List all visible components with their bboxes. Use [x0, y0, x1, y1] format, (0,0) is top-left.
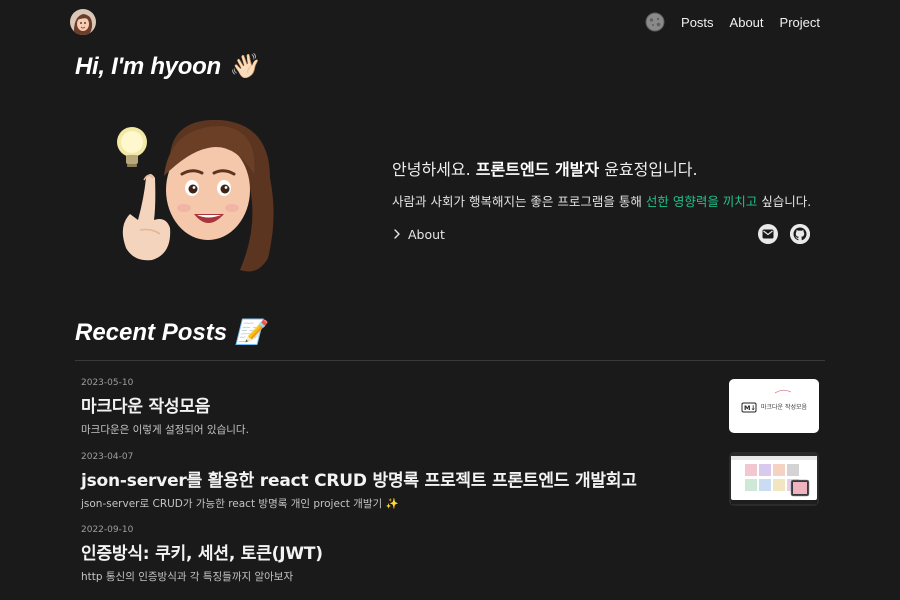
- post-thumbnail: M↓ 마크다운 작성모음: [729, 379, 819, 433]
- pointing-hand-icon: [122, 174, 171, 261]
- post-date: 2023-04-07: [81, 452, 134, 462]
- chevron-right-icon: [394, 229, 400, 239]
- post-item[interactable]: 2023-04-07 json-server를 활용한 react CRUD 방…: [81, 452, 819, 514]
- post-description: http 통신의 인증방식과 각 특징들까지 알아보자: [81, 571, 294, 583]
- lightbulb-icon: [117, 127, 147, 167]
- tagline-accent: 선한 영향력을 끼치고: [645, 194, 758, 209]
- social-links: [758, 224, 810, 244]
- tagline-prefix: 사람과 사회가 행복해지는 좋은 프로그램을 통해: [392, 194, 646, 209]
- nav-link-posts[interactable]: Posts: [681, 15, 714, 30]
- about-row: About: [392, 224, 810, 244]
- post-title: 인증방식: 쿠키, 세션, 토큰(JWT): [81, 544, 323, 564]
- hello-heading: Hi, I'm hyoon 👋🏻: [75, 52, 259, 81]
- nav-link-project[interactable]: Project: [780, 15, 820, 30]
- home-avatar-logo[interactable]: [70, 9, 96, 35]
- memoji-avatar-icon: [70, 9, 96, 35]
- greeting-suffix: 윤효정입니다.: [599, 160, 698, 179]
- github-icon[interactable]: [790, 224, 810, 244]
- greeting-prefix: 안녕하세요.: [392, 160, 476, 179]
- hello-text: Hi, I'm hyoon: [75, 52, 221, 80]
- post-item[interactable]: 2023-05-10 마크다운 작성모음 마크다운은 이렇게 설정되어 있습니다…: [81, 378, 819, 440]
- post-item[interactable]: 2022-09-10 인증방식: 쿠키, 세션, 토큰(JWT) http 통신…: [81, 525, 819, 587]
- post-date: 2023-05-10: [81, 378, 134, 388]
- thumbnail-text: 마크다운 작성모음: [761, 404, 808, 411]
- about-link[interactable]: About: [392, 227, 445, 242]
- post-title: json-server를 활용한 react CRUD 방명록 프로젝트 프론트…: [81, 471, 637, 491]
- waving-hand-icon: 👋🏻: [228, 53, 259, 80]
- post-date: 2022-09-10: [81, 525, 134, 535]
- main-nav: Posts About Project: [645, 12, 820, 32]
- post-description: json-server로 CRUD가 가능한 react 방명록 개인 proj…: [81, 498, 399, 510]
- tagline: 사람과 사회가 행복해지는 좋은 프로그램을 통해 선한 영향력을 끼치고 싶습…: [392, 191, 822, 210]
- theme-toggle-button[interactable]: [645, 12, 665, 32]
- post-thumbnail: [729, 452, 819, 506]
- nav-link-about[interactable]: About: [730, 15, 764, 30]
- greeting-role: 프론트엔드 개발자: [475, 160, 600, 179]
- about-link-label: About: [408, 226, 445, 242]
- mail-icon[interactable]: [758, 224, 778, 244]
- tagline-suffix: 싶습니다.: [757, 194, 812, 209]
- post-title: 마크다운 작성모음: [81, 397, 211, 417]
- memo-icon: 📝: [235, 319, 265, 346]
- profile-memoji-image: [108, 108, 288, 278]
- post-description: 마크다운은 이렇게 설정되어 있습니다.: [81, 424, 249, 436]
- markdown-logo-icon: M↓: [744, 404, 756, 412]
- moon-face-icon: [645, 12, 665, 32]
- site-header: Posts About Project: [0, 0, 900, 46]
- section-divider: [75, 360, 825, 361]
- recent-posts-title: Recent Posts: [75, 318, 228, 346]
- greeting-line: 안녕하세요. 프론트엔드 개발자 윤효정입니다.: [392, 156, 822, 180]
- intro-text-block: 안녕하세요. 프론트엔드 개발자 윤효정입니다. 사람과 사회가 행복해지는 좋…: [392, 156, 822, 244]
- recent-posts-heading: Recent Posts 📝: [75, 318, 265, 347]
